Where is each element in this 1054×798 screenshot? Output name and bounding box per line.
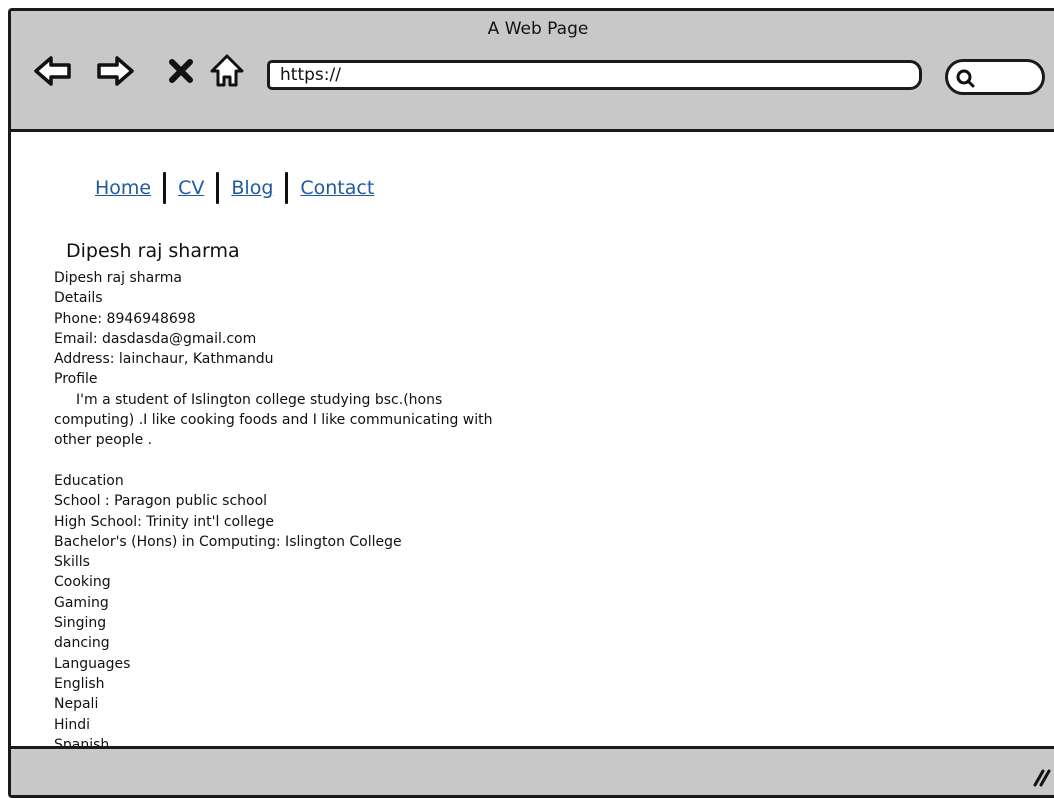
skill-item: Gaming <box>54 594 109 611</box>
profile-text: I'm a student of Islington college study… <box>54 390 524 451</box>
back-arrow-icon <box>34 56 71 86</box>
window-title: A Web Page <box>487 19 589 39</box>
browser-toolbar: A Web Page <box>11 11 1054 132</box>
forward-arrow-icon <box>97 56 134 86</box>
browser-window: A Web Page https:// Home CV Blog Contact… <box>8 8 1054 798</box>
skills-label: Skills <box>54 554 90 571</box>
search-icon <box>956 69 975 88</box>
nav-divider <box>163 172 167 204</box>
nav-link-home[interactable]: Home <box>95 177 151 199</box>
name-text: Dipesh raj sharma <box>54 270 182 286</box>
details-label: Details <box>54 290 103 307</box>
site-nav: Home CV Blog Contact <box>95 172 374 204</box>
address-bar[interactable] <box>267 60 922 90</box>
education-label: Education <box>54 472 124 489</box>
cv-body: Dipesh raj sharma Details Phone: 8946948… <box>54 268 524 755</box>
languages-label: Languages <box>54 655 131 672</box>
nav-divider <box>216 172 220 204</box>
nav-divider <box>285 172 289 204</box>
language-item: Hindi <box>54 716 91 733</box>
profile-text-content: I'm a student of Islington college study… <box>54 391 493 449</box>
profile-label: Profile <box>54 371 98 388</box>
nav-link-cv[interactable]: CV <box>178 177 204 199</box>
skill-item: dancing <box>54 635 110 652</box>
education-item: High School: Trinity int'l college <box>54 513 274 530</box>
stop-button[interactable] <box>161 51 201 91</box>
skill-item: Cooking <box>54 574 111 591</box>
search-button[interactable] <box>945 59 1045 95</box>
home-icon <box>210 54 244 87</box>
language-item: Nepali <box>54 696 99 713</box>
skill-item: Singing <box>54 615 107 632</box>
email-text: Email: dasdasda@gmail.com <box>54 330 257 347</box>
status-bar <box>11 746 1054 795</box>
page-content: Home CV Blog Contact Dipesh raj sharma D… <box>11 132 1054 753</box>
education-item: Bachelor's (Hons) in Computing: Islingto… <box>54 533 402 550</box>
education-item: School : Paragon public school <box>54 493 268 510</box>
language-item: English <box>54 675 105 692</box>
back-button[interactable] <box>33 51 73 91</box>
phone-text: Phone: 8946948698 <box>54 310 196 327</box>
home-button[interactable] <box>207 51 247 91</box>
nav-link-blog[interactable]: Blog <box>231 177 273 199</box>
forward-button[interactable] <box>95 51 135 91</box>
page-title: Dipesh raj sharma <box>66 240 240 262</box>
nav-link-contact[interactable]: Contact <box>300 177 374 199</box>
close-icon <box>169 59 193 83</box>
address-text: Address: lainchaur, Kathmandu <box>54 351 274 368</box>
